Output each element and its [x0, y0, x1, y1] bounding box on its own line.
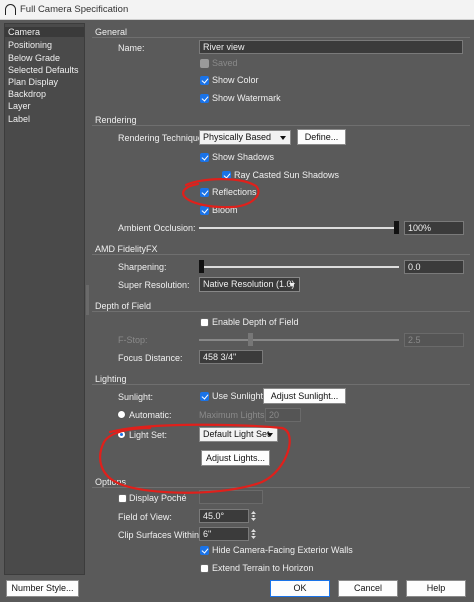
light-set-label: Light Set: [129, 430, 168, 440]
super-resolution-dropdown[interactable]: Native Resolution (1.0) [199, 277, 300, 292]
sidebar-item-layer[interactable]: Layer [8, 101, 31, 111]
fstop-label: F-Stop: [118, 335, 148, 345]
name-input[interactable]: River view [199, 40, 463, 54]
chevron-down-icon [289, 283, 295, 287]
saved-label: Saved [212, 58, 238, 68]
maximum-lights-input: 20 [265, 408, 301, 422]
enable-depth-of-field-label: Enable Depth of Field [212, 317, 299, 327]
light-set-dropdown[interactable]: Default Light Set [199, 427, 278, 442]
number-style-button[interactable]: Number Style... [6, 580, 79, 597]
sidebar-item-label[interactable]: Label [8, 114, 30, 124]
fstop-value: 2.5 [404, 333, 464, 347]
sidebar: Camera Positioning Below Grade Selected … [4, 23, 85, 575]
ambient-occlusion-value[interactable]: 100% [404, 221, 464, 235]
saved-checkbox [200, 59, 209, 68]
show-color-checkbox[interactable] [200, 76, 209, 85]
focus-distance-label: Focus Distance: [118, 353, 183, 363]
ray-casted-shadows-label: Ray Casted Sun Shadows [234, 170, 340, 180]
sharpening-label: Sharpening: [118, 262, 167, 272]
use-sunlight-label: Use Sunlight [212, 391, 264, 401]
rendering-technique-value: Physically Based [203, 132, 272, 142]
super-resolution-value: Native Resolution (1.0) [203, 279, 295, 289]
sharpening-slider-thumb[interactable] [199, 260, 204, 273]
maximum-lights-label: Maximum Lights: [199, 410, 268, 420]
bloom-checkbox[interactable] [200, 206, 209, 215]
adjust-sunlight-button[interactable]: Adjust Sunlight... [263, 388, 346, 404]
enable-depth-of-field-checkbox[interactable] [200, 318, 209, 327]
section-divider [92, 125, 470, 126]
name-label: Name: [118, 43, 145, 53]
ambient-occlusion-label: Ambient Occlusion: [118, 223, 196, 233]
sidebar-item-positioning[interactable]: Positioning [8, 40, 52, 50]
focus-distance-input[interactable]: 458 3/4" [199, 350, 263, 364]
show-color-label: Show Color [212, 75, 259, 85]
display-poche-field [199, 490, 263, 504]
bloom-label: Bloom [212, 205, 238, 215]
ambient-occlusion-slider[interactable] [199, 227, 399, 229]
field-of-view-input[interactable]: 45.0° [199, 509, 249, 523]
section-title-rendering: Rendering [95, 115, 137, 125]
sidebar-item-camera[interactable]: Camera [5, 27, 84, 37]
section-divider [92, 487, 470, 488]
sharpening-value[interactable]: 0.0 [404, 260, 464, 274]
panel-splitter[interactable] [86, 285, 89, 315]
light-set-value: Default Light Set [203, 429, 270, 439]
automatic-radio[interactable] [117, 410, 126, 419]
sidebar-item-selected-defaults[interactable]: Selected Defaults [8, 65, 79, 75]
automatic-label: Automatic: [129, 410, 172, 420]
chevron-down-icon [280, 136, 286, 140]
section-title-general: General [95, 27, 128, 37]
window-title: Full Camera Specification [20, 4, 129, 15]
sharpening-slider[interactable] [199, 266, 399, 268]
clip-surfaces-label: Clip Surfaces Within: [118, 530, 202, 540]
hide-exterior-walls-label: Hide Camera-Facing Exterior Walls [212, 545, 353, 555]
sunlight-label: Sunlight: [118, 392, 154, 402]
section-title-amd-fidelityfx: AMD FidelityFX [95, 244, 158, 254]
title-bar: Full Camera Specification [0, 0, 474, 20]
clip-surfaces-spinner-icon[interactable] [250, 528, 257, 540]
hide-exterior-walls-checkbox[interactable] [200, 546, 209, 555]
section-divider [92, 37, 470, 38]
sidebar-item-below-grade[interactable]: Below Grade [8, 53, 60, 63]
extend-terrain-label: Extend Terrain to Horizon [212, 563, 314, 573]
super-resolution-label: Super Resolution: [118, 280, 190, 290]
reflections-checkbox[interactable] [200, 188, 209, 197]
ok-button[interactable]: OK [270, 580, 330, 597]
rendering-technique-label: Rendering Technique: [118, 133, 206, 143]
light-set-radio[interactable] [117, 430, 126, 439]
section-divider [92, 384, 470, 385]
reflections-label: Reflections [212, 187, 257, 197]
fstop-slider-thumb [248, 333, 253, 346]
ray-casted-shadows-checkbox[interactable] [222, 171, 231, 180]
app-icon [5, 4, 16, 15]
section-divider [92, 254, 470, 255]
fstop-slider [199, 339, 399, 341]
section-title-lighting: Lighting [95, 374, 127, 384]
section-title-depth-of-field: Depth of Field [95, 301, 152, 311]
field-of-view-label: Field of View: [118, 512, 172, 522]
field-of-view-spinner-icon[interactable] [250, 510, 257, 522]
section-divider [92, 311, 470, 312]
help-button[interactable]: Help [406, 580, 466, 597]
clip-surfaces-input[interactable]: 6" [199, 527, 249, 541]
section-title-options: Options [95, 477, 127, 487]
define-button[interactable]: Define... [297, 129, 346, 145]
chevron-down-icon [267, 433, 273, 437]
sidebar-item-backdrop[interactable]: Backdrop [8, 89, 46, 99]
ambient-occlusion-slider-thumb[interactable] [394, 221, 399, 234]
use-sunlight-checkbox[interactable] [200, 392, 209, 401]
cancel-button[interactable]: Cancel [338, 580, 398, 597]
sidebar-item-plan-display[interactable]: Plan Display [8, 77, 58, 87]
display-poche-checkbox[interactable] [118, 494, 127, 503]
show-shadows-label: Show Shadows [212, 152, 275, 162]
show-watermark-checkbox[interactable] [200, 94, 209, 103]
show-shadows-checkbox[interactable] [200, 153, 209, 162]
rendering-technique-dropdown[interactable]: Physically Based [199, 130, 291, 145]
show-watermark-label: Show Watermark [212, 93, 281, 103]
extend-terrain-checkbox[interactable] [200, 564, 209, 573]
adjust-lights-button[interactable]: Adjust Lights... [201, 450, 270, 466]
display-poche-label: Display Poché [129, 493, 187, 503]
